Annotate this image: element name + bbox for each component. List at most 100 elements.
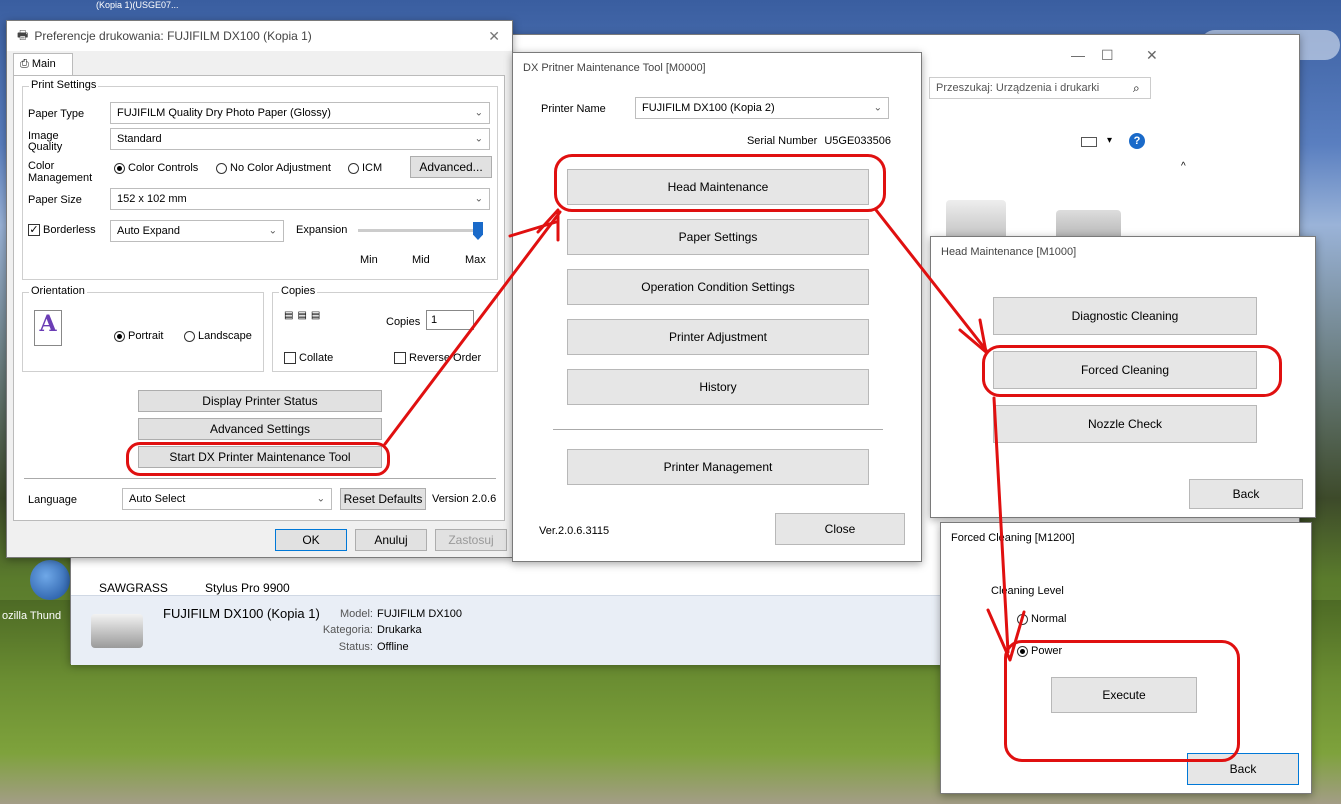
collate-checkbox[interactable]: Collate <box>284 352 333 365</box>
window-title: Forced Cleaning [M1200] <box>951 532 1075 544</box>
back-button[interactable]: Back <box>1187 753 1299 785</box>
chevron-down-icon: ⌄ <box>873 102 882 114</box>
start-maintenance-tool-button[interactable]: Start DX Printer Maintenance Tool <box>138 446 382 468</box>
paper-size-select[interactable]: 152 x 102 mm ⌄ <box>110 188 490 210</box>
tab-main[interactable]: ⎙ Main <box>13 53 73 75</box>
expansion-label: Expansion <box>296 224 348 236</box>
chevron-down-icon: ⌄ <box>474 193 483 205</box>
print-preferences-window: 🖶 Preferencje drukowania: FUJIFILM DX100… <box>6 20 513 558</box>
printer-name: FUJIFILM DX100 (Kopia 1) <box>163 606 320 621</box>
language-label: Language <box>28 494 77 506</box>
paper-settings-button[interactable]: Paper Settings <box>567 219 869 255</box>
partial-window-text: (Kopia 1)(USGE07... <box>96 0 179 10</box>
copies-label: Copies <box>386 316 421 328</box>
display-printer-status-button[interactable]: Display Printer Status <box>138 390 382 412</box>
window-title: DX Pritner Maintenance Tool [M0000] <box>523 62 706 74</box>
status-value: Offline <box>377 641 409 653</box>
borderless-mode-select[interactable]: Auto Expand ⌄ <box>110 220 284 242</box>
borderless-checkbox[interactable]: ✓ Borderless <box>28 224 96 237</box>
view-icon[interactable] <box>1081 137 1097 147</box>
divider <box>24 478 496 479</box>
chevron-down-icon[interactable]: ▾ <box>1107 135 1112 146</box>
history-button[interactable]: History <box>567 369 869 405</box>
back-button[interactable]: Back <box>1189 479 1303 509</box>
reset-defaults-button[interactable]: Reset Defaults <box>340 488 426 510</box>
device-label: Stylus Pro 9900 <box>205 581 290 595</box>
expansion-slider-track[interactable] <box>358 229 478 232</box>
nozzle-check-button[interactable]: Nozzle Check <box>993 405 1257 443</box>
operation-condition-button[interactable]: Operation Condition Settings <box>567 269 869 305</box>
slider-mid-label: Mid <box>412 254 430 266</box>
tab-label: Main <box>31 58 56 70</box>
desktop-icon-label: ozilla Thund <box>2 610 62 622</box>
printer-management-button[interactable]: Printer Management <box>567 449 869 485</box>
radio-portrait[interactable]: Portrait <box>114 330 163 342</box>
window-title: Preferencje drukowania: FUJIFILM DX100 (… <box>34 29 312 43</box>
close-icon[interactable]: ✕ <box>488 28 500 45</box>
forced-cleaning-window: Forced Cleaning [M1200] Cleaning Level N… <box>940 522 1312 794</box>
paper-size-label: Paper Size <box>28 194 82 206</box>
execute-button[interactable]: Execute <box>1051 677 1197 713</box>
paper-type-select[interactable]: FUJIFILM Quality Dry Photo Paper (Glossy… <box>110 102 490 124</box>
close-button[interactable]: Close <box>775 513 905 545</box>
version-text: Ver.2.0.6.3115 <box>539 525 610 537</box>
copies-stack-icon: ▤▤▤ <box>284 310 325 321</box>
image-quality-select[interactable]: Standard ⌄ <box>110 128 490 150</box>
search-icon: ⌕ <box>1133 81 1140 95</box>
device-label: SAWGRASS <box>99 581 168 595</box>
model-value: FUJIFILM DX100 <box>377 608 462 620</box>
portrait-preview-icon: A <box>34 310 62 346</box>
titlebar: 🖶 Preferencje drukowania: FUJIFILM DX100… <box>7 21 512 51</box>
color-management-label: Management <box>28 172 93 184</box>
maximize-button[interactable]: ☐ <box>1101 47 1114 64</box>
printer-icon: 🖶 <box>17 27 29 42</box>
group-label: Copies <box>279 285 318 297</box>
ok-button[interactable]: OK <box>275 529 347 551</box>
category-value: Drukarka <box>377 624 422 636</box>
diagnostic-cleaning-button[interactable]: Diagnostic Cleaning <box>993 297 1257 335</box>
close-button[interactable]: ✕ <box>1146 47 1158 64</box>
serial-number: Serial Number U5GE033506 <box>746 135 891 147</box>
printer-name-select[interactable]: FUJIFILM DX100 (Kopia 2) ⌄ <box>635 97 889 119</box>
language-select[interactable]: Auto Select ⌄ <box>122 488 332 510</box>
slider-max-label: Max <box>465 254 486 266</box>
group-label: Print Settings <box>29 79 99 91</box>
advanced-button[interactable]: Advanced... <box>410 156 492 178</box>
cleaning-level-label: Cleaning Level <box>991 585 1064 597</box>
version-text: Version 2.0.6 <box>432 493 497 505</box>
forced-cleaning-button[interactable]: Forced Cleaning <box>993 351 1257 389</box>
head-maintenance-button[interactable]: Head Maintenance <box>567 169 869 205</box>
cancel-button[interactable]: Anuluj <box>355 529 427 551</box>
image-quality-label: Quality <box>28 141 63 153</box>
radio-no-color-adjustment[interactable]: No Color Adjustment <box>216 162 331 174</box>
thunderbird-icon[interactable] <box>30 560 70 600</box>
radio-normal[interactable]: Normal <box>1017 613 1066 625</box>
printer-adjustment-button[interactable]: Printer Adjustment <box>567 319 869 355</box>
apply-button[interactable]: Zastosuj <box>435 529 507 551</box>
radio-icm[interactable]: ICM <box>348 162 382 174</box>
radio-landscape[interactable]: Landscape <box>184 330 252 342</box>
search-input[interactable]: Przeszukaj: Urządzenia i drukarki <box>929 77 1151 99</box>
head-maintenance-window: Head Maintenance [M1000] Diagnostic Clea… <box>930 236 1316 518</box>
radio-power[interactable]: Power <box>1017 645 1062 657</box>
printer-name-label: Printer Name <box>541 103 606 115</box>
group-label: Orientation <box>29 285 87 297</box>
category-label: Kategoria: <box>322 624 373 636</box>
printer-icon <box>91 614 143 648</box>
copies-stepper[interactable]: 1 <box>426 310 474 330</box>
chevron-down-icon: ⌄ <box>268 225 277 237</box>
reverse-order-checkbox[interactable]: Reverse Order <box>394 352 481 365</box>
main-panel: Print Settings Paper Type FUJIFILM Quali… <box>13 75 505 521</box>
slider-min-label: Min <box>360 254 378 266</box>
help-icon[interactable]: ? <box>1129 133 1145 149</box>
printer-icon: ⎙ <box>20 58 32 70</box>
advanced-settings-button[interactable]: Advanced Settings <box>138 418 382 440</box>
radio-color-controls[interactable]: Color Controls <box>114 162 198 174</box>
model-label: Model: <box>339 608 373 620</box>
scroll-up-icon[interactable]: ^ <box>1181 161 1186 172</box>
divider <box>553 429 883 430</box>
paper-type-label: Paper Type <box>28 108 85 120</box>
minimize-button[interactable]: — <box>1071 47 1085 63</box>
chevron-down-icon: ⌄ <box>316 493 325 505</box>
chevron-down-icon: ⌄ <box>474 107 483 119</box>
